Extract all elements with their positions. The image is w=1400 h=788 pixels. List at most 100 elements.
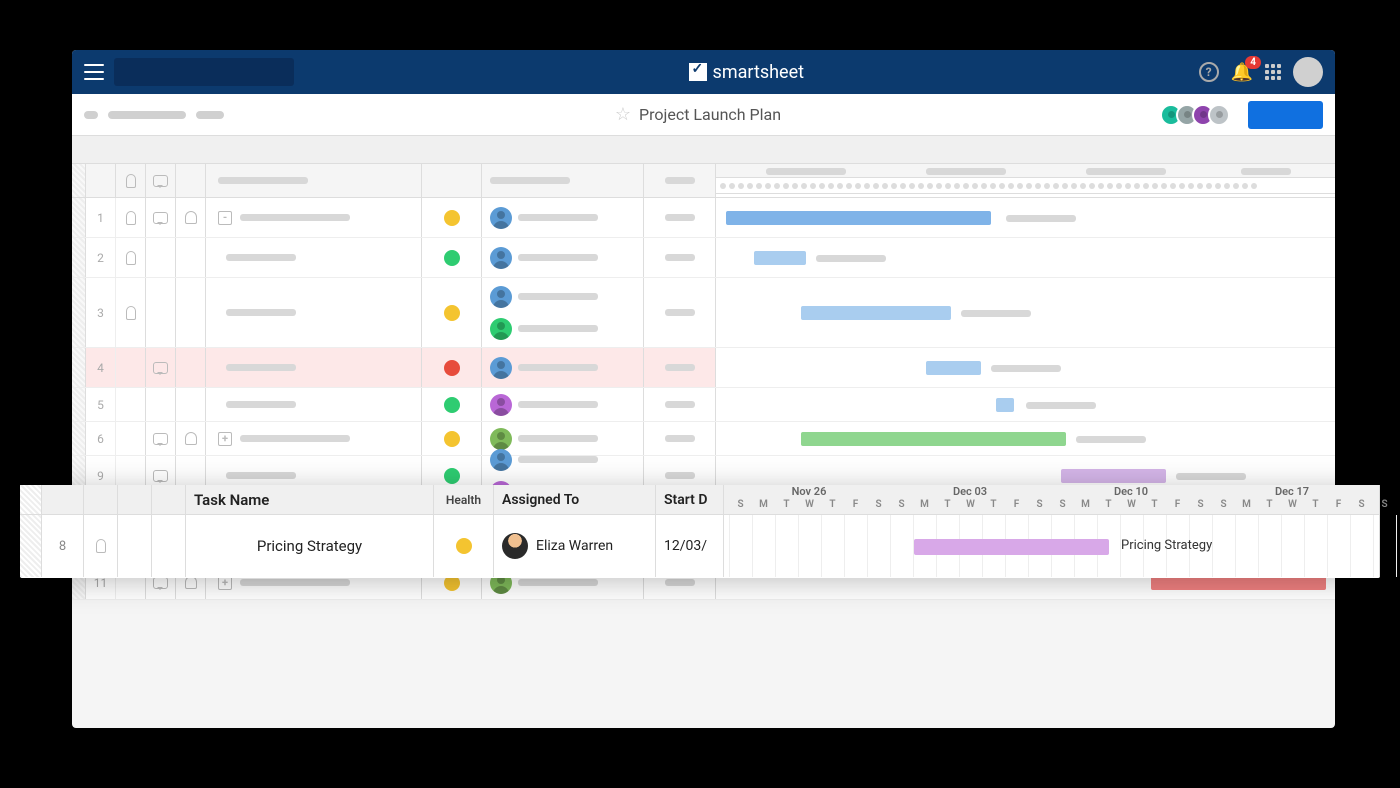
health-indicator [444,397,460,413]
assignee-name: Eliza Warren [536,538,613,554]
assigned-to-cell[interactable]: Eliza Warren [494,515,656,577]
person-icon [490,247,512,269]
day-label: S [867,499,890,510]
day-label: T [1304,499,1327,510]
nav-placeholder [108,111,186,119]
row-number: 1 [86,198,116,237]
share-button[interactable] [1248,101,1323,129]
start-date-cell[interactable]: 12/03/ [656,515,724,577]
person-icon [490,357,512,379]
reminder-icon[interactable] [185,432,197,445]
gantt-bar[interactable] [726,211,991,225]
col-start-header: Start D [656,485,724,514]
day-label: M [913,499,936,510]
comment-icon[interactable] [153,470,168,482]
collaborators[interactable] [1166,104,1230,126]
week-label: Dec 17 [1212,485,1372,498]
search-input[interactable] [114,58,294,86]
day-label: T [982,499,1005,510]
gantt-area: Pricing Strategy [724,515,1380,577]
attachment-icon[interactable] [126,251,136,265]
title-bar: ☆ Project Launch Plan [72,94,1335,136]
expand-toggle[interactable]: + [218,432,232,446]
notifications-icon[interactable]: 🔔4 [1231,62,1253,83]
gantt-bar[interactable] [1061,469,1166,483]
sheet-row[interactable]: 4 [72,348,1335,388]
day-label: S [890,499,913,510]
day-label: M [1235,499,1258,510]
attachment-icon[interactable] [96,539,106,553]
health-indicator [444,431,460,447]
day-label: S [1189,499,1212,510]
gantt-bar[interactable] [996,398,1014,412]
comment-icon[interactable] [153,362,168,374]
sheet-row[interactable]: 3 [72,278,1335,348]
person-icon [490,318,512,340]
day-label: S [1051,499,1074,510]
day-label: S [1028,499,1051,510]
focused-row[interactable]: 8 Pricing Strategy Eliza Warren 12/03/ P… [20,515,1380,577]
assignee-avatar [502,533,528,559]
day-label: S [1212,499,1235,510]
day-label: T [821,499,844,510]
row-number: 8 [42,515,84,577]
gantt-bar[interactable] [801,432,1066,446]
sheet-row[interactable]: 6+ [72,422,1335,456]
gantt-bar[interactable] [1151,576,1326,590]
reminder-icon[interactable] [185,211,197,224]
day-label: M [1074,499,1097,510]
col-assigned-header: Assigned To [494,485,656,514]
health-indicator[interactable] [456,538,472,554]
apps-icon[interactable] [1265,64,1281,80]
gantt-bar[interactable] [754,251,806,265]
page-title: Project Launch Plan [639,105,781,124]
brand-icon [689,63,707,81]
gantt-bar[interactable] [926,361,981,375]
person-icon [490,394,512,416]
day-label: S [1373,499,1396,510]
gantt-bar[interactable] [801,306,951,320]
row-number: 2 [86,238,116,277]
week-label: Dec 10 [1051,485,1211,498]
attachment-icon[interactable] [126,211,136,225]
row-number: 6 [86,422,116,455]
favorite-icon[interactable]: ☆ [615,104,631,125]
toolbar [72,136,1335,164]
menu-icon[interactable] [84,64,104,80]
gantt-bar[interactable] [914,539,1109,555]
week-label: Nov 26 [729,485,889,498]
person-icon [490,286,512,308]
column-headers [72,164,1335,198]
day-label: F [1005,499,1028,510]
health-indicator [444,468,460,484]
expand-toggle[interactable]: - [218,211,232,225]
comment-icon[interactable] [153,212,168,224]
user-avatar[interactable] [1293,57,1323,87]
attachment-icon[interactable] [126,306,136,320]
attachment-icon [126,174,136,188]
app-window: smartsheet ? 🔔4 ☆ Project Launch Plan [72,50,1335,728]
header-actions: ? 🔔4 [1199,57,1323,87]
gantt-bar-label: Pricing Strategy [1121,538,1212,553]
comment-icon [153,175,168,187]
person-icon [490,207,512,229]
person-icon [490,428,512,450]
day-label: F [1327,499,1350,510]
comment-icon[interactable] [153,577,168,589]
day-label: T [1258,499,1281,510]
sheet-row[interactable]: 5 [72,388,1335,422]
sheet-row[interactable]: 2 [72,238,1335,278]
day-label: T [936,499,959,510]
row-number: 3 [86,278,116,347]
day-label: W [798,499,821,510]
sheet-row[interactable]: 1- [72,198,1335,238]
person-icon [490,449,512,471]
task-name-cell[interactable]: Pricing Strategy [186,515,434,577]
comment-icon[interactable] [153,433,168,445]
help-icon[interactable]: ? [1199,62,1219,82]
col-task-header: Task Name [186,485,434,514]
day-label: W [1281,499,1304,510]
health-indicator [444,305,460,321]
day-label: F [1166,499,1189,510]
health-indicator [444,360,460,376]
